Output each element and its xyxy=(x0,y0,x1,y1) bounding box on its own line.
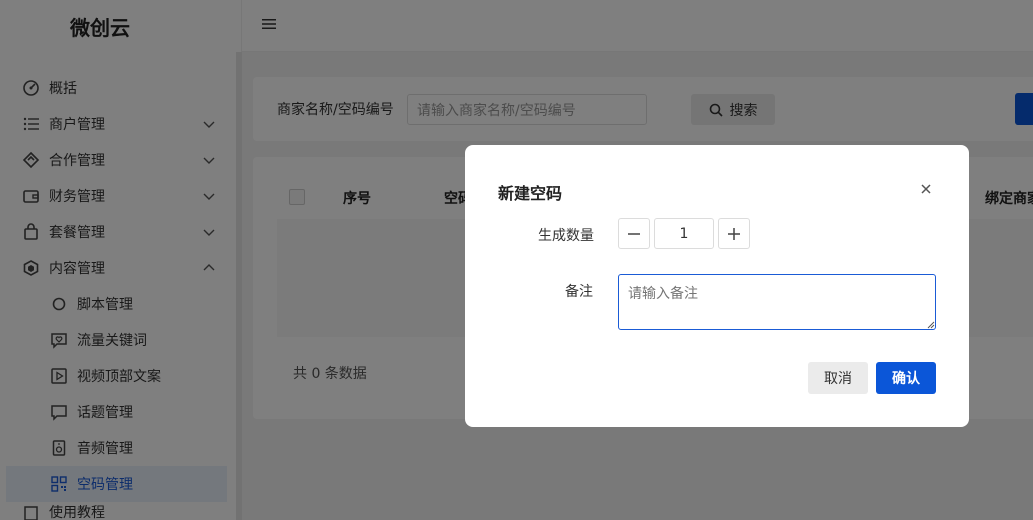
dialog-title: 新建空码 xyxy=(498,184,563,203)
note-label: 备注 xyxy=(565,284,593,300)
close-icon[interactable] xyxy=(919,182,933,196)
quantity-decrement-button[interactable] xyxy=(618,218,650,249)
quantity-increment-button[interactable] xyxy=(718,218,750,249)
create-empty-code-dialog: 新建空码 生成数量 1 备注 取消 确认 xyxy=(465,145,969,427)
quantity-label: 生成数量 xyxy=(538,228,594,244)
cancel-button[interactable]: 取消 xyxy=(808,362,868,394)
plus-icon xyxy=(728,227,740,240)
quantity-input[interactable]: 1 xyxy=(654,218,714,249)
note-textarea[interactable] xyxy=(618,274,936,330)
resize-handle-icon[interactable] xyxy=(927,321,935,329)
confirm-button[interactable]: 确认 xyxy=(876,362,936,394)
minus-icon xyxy=(628,232,640,235)
